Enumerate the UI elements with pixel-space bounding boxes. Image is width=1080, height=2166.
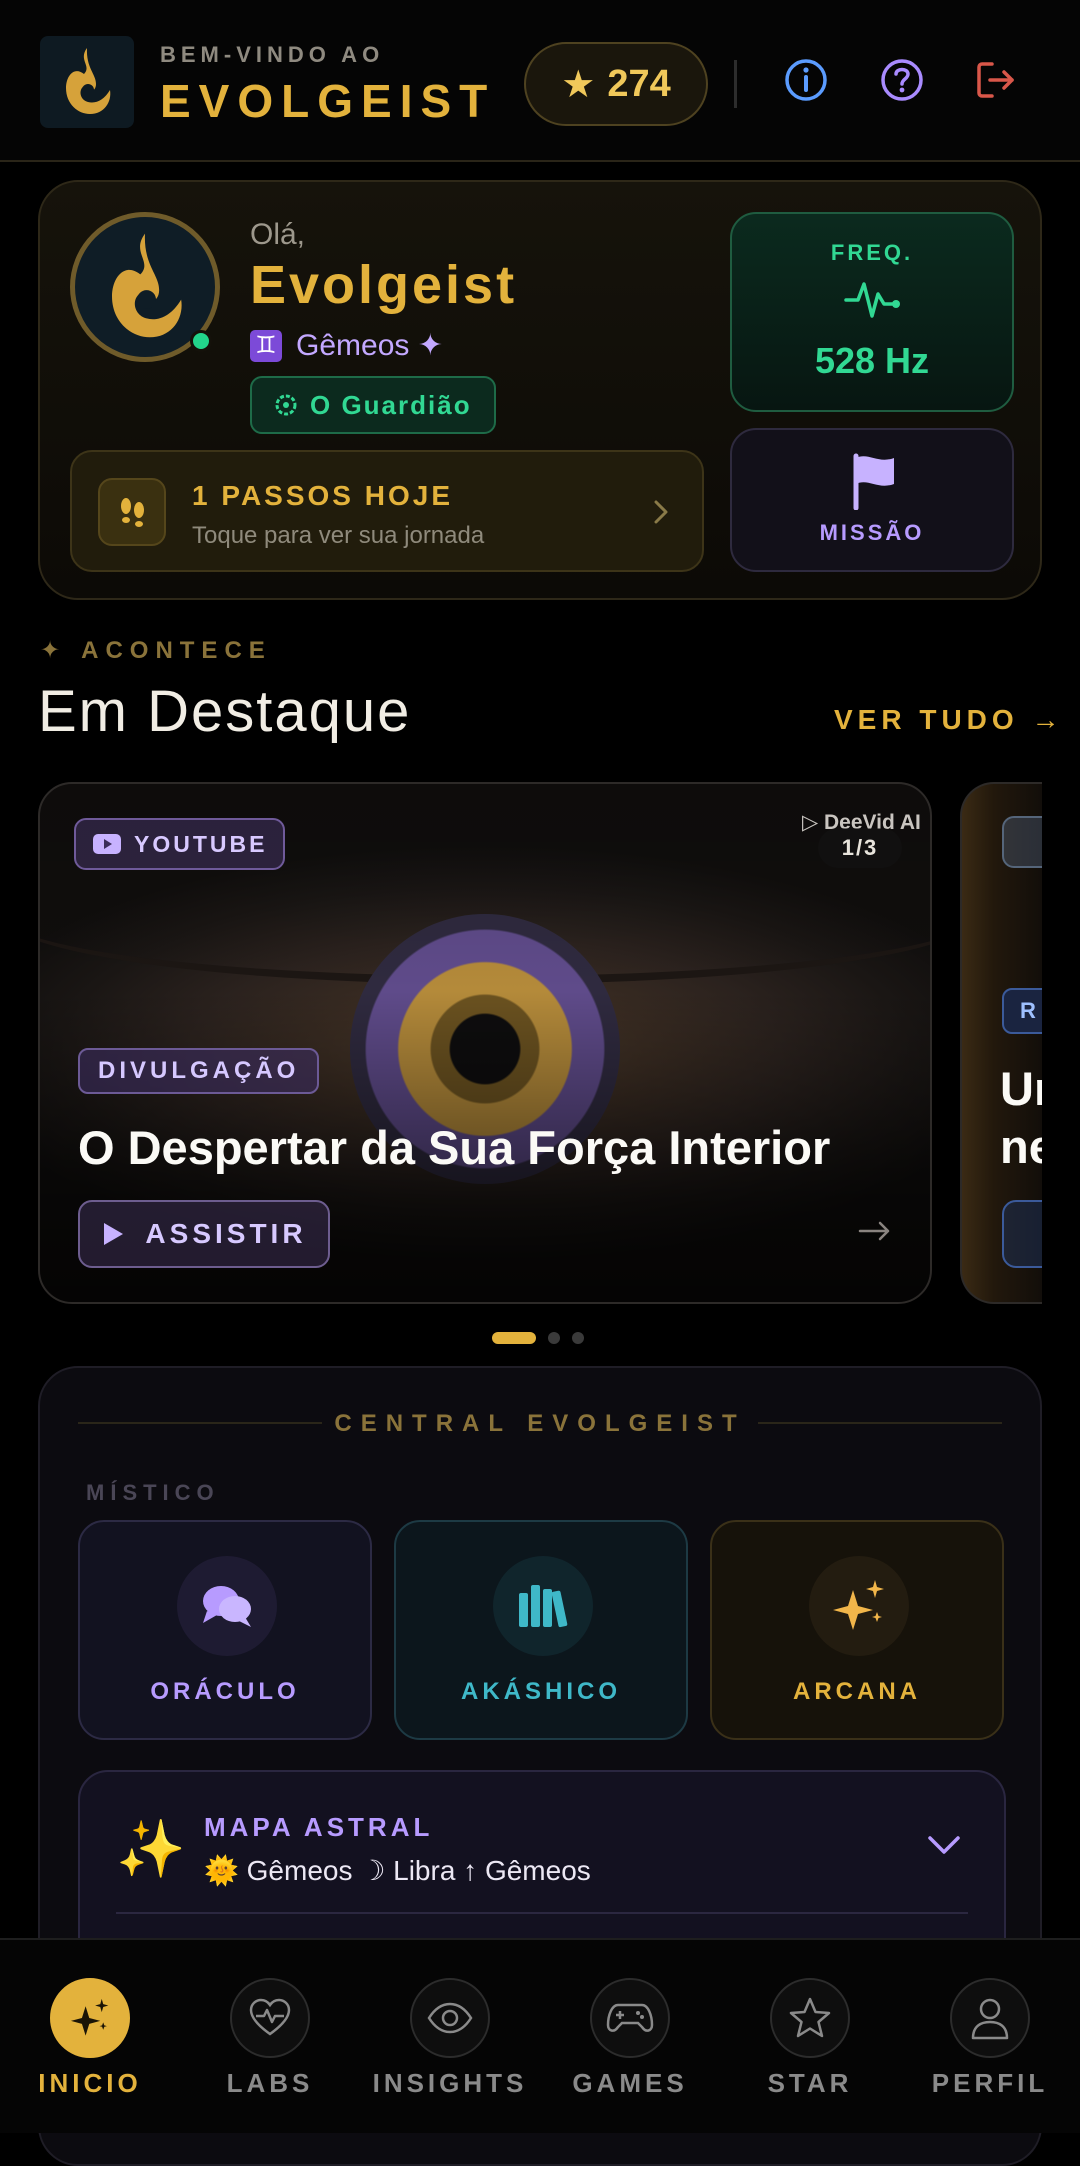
arcana-label: ARCANA [793,1678,921,1705]
section-title: Em Destaque [38,679,412,744]
akashic-label: AKÁSHICO [460,1678,621,1705]
nav-item-games[interactable]: GAMES [545,1940,715,2135]
frequency-card[interactable]: FREQ. 528 Hz [730,212,1014,412]
chevron-right-icon [654,500,668,524]
nav-item-perfil[interactable]: PERFIL [905,1940,1075,2135]
footsteps-icon [98,478,166,546]
nav-label: INICIO [38,2068,142,2098]
youtube-icon [93,834,121,854]
next-featured-card[interactable]: R Un ne [960,782,1042,1304]
zodiac-sign: ♊ Gêmeos ✦ [250,328,443,363]
play-icon [104,1223,124,1245]
nav-item-labs[interactable]: LABS [185,1940,355,2135]
zodiac-sign-label: Gêmeos ✦ [296,329,443,362]
info-icon[interactable] [782,56,830,104]
mission-button[interactable]: MISSÃO [730,428,1014,572]
watch-button[interactable]: ASSISTIR [78,1200,330,1268]
slide-counter: 1/3 [818,828,902,868]
chevron-down-icon[interactable] [924,1830,964,1860]
brand-title: EVOLGEIST [160,75,496,127]
role-label: O Guardião [310,389,472,420]
section-kicker-label: ACONTECE [81,636,272,664]
next-card-title: Un ne [1000,1062,1042,1173]
chat-bubbles-icon [177,1556,277,1656]
category-badge: DIVULGAÇÃO [78,1048,320,1094]
steps-today-button[interactable]: 1 PASSOS HOJE Toque para ver sua jornada [70,450,704,572]
sparkles-icon [50,1978,130,2058]
books-icon [493,1556,593,1656]
central-title: CENTRAL EVOLGEIST [334,1410,746,1437]
view-button[interactable] [1002,1200,1042,1268]
watch-label: ASSISTIR [145,1218,307,1249]
next-category-badge: R [1002,988,1042,1034]
divider-line [116,1912,968,1914]
greeting: Olá, [250,218,306,251]
user-name: Evolgeist [250,255,518,315]
arrow-right-icon [858,1221,890,1241]
source-label: YOUTUBE [134,830,268,857]
akashic-tile[interactable]: AKÁSHICO [394,1520,688,1740]
astral-map-title: MAPA ASTRAL [204,1812,434,1842]
nav-item-inicio[interactable]: INICIO [5,1940,175,2135]
heart-pulse-icon [230,1978,310,2058]
app-header: BEM-VINDO AO EVOLGEIST ★ 274 [0,0,1080,162]
logout-icon[interactable] [972,56,1020,104]
bottom-navigation: INICIO LABS INSIGHTS GAMES STAR PERFIL [0,1938,1080,2133]
user-icon [950,1978,1030,2058]
gemini-icon: ♊ [250,329,282,362]
steps-subtitle: Toque para ver sua jornada [192,522,485,549]
flag-icon [853,453,894,510]
source-badge: YOUTUBE [74,818,286,870]
sparkles-icon [809,1556,909,1656]
nav-item-insights[interactable]: INSIGHTS [365,1940,535,2135]
featured-title: O Despertar da Sua Força Interior [78,1121,831,1174]
pagination-dot-active[interactable] [492,1332,536,1344]
nav-label: PERFIL [931,2068,1049,2098]
gear-icon [275,394,297,416]
pagination-dot[interactable] [572,1332,584,1344]
star-count: 274 [607,62,671,105]
star-balance-button[interactable]: ★ 274 [524,42,708,126]
frequency-value: 528 Hz [814,340,930,381]
star-outline-icon [770,1978,850,2058]
nav-item-star[interactable]: STAR [725,1940,895,2135]
section-label: MÍSTICO [86,1480,220,1505]
featured-card[interactable]: YOUTUBE ▷ DeeVid AI 1/3 DIVULGAÇÃO O Des… [38,782,932,1304]
app-logo [40,36,134,128]
pulse-icon [844,282,900,318]
arcana-tile[interactable]: ARCANA [710,1520,1004,1740]
pagination-dot[interactable] [548,1332,560,1344]
header-divider [734,60,737,108]
carousel-pagination [492,1332,584,1344]
steps-title: 1 PASSOS HOJE [192,480,454,511]
online-status-dot [190,330,212,352]
role-badge[interactable]: O Guardião [250,376,496,434]
nav-label: LABS [226,2068,314,2098]
frequency-label: FREQ. [830,240,914,265]
see-all-link[interactable]: VER TUDO → [834,704,1064,736]
mission-label: MISSÃO [819,520,925,545]
astral-map-signs: 🌞 Gêmeos ☽ Libra ↑ Gêmeos [204,1855,591,1886]
instagram-icon [1002,816,1042,868]
profile-card: Olá, Evolgeist ♊ Gêmeos ✦ O Guardião 1 P… [38,180,1042,600]
sparkles-emoji-icon: ✨ [116,1817,186,1880]
oracle-tile[interactable]: ORÁCULO [78,1520,372,1740]
help-icon[interactable] [878,56,926,104]
section-kicker: ✦ ACONTECE [40,636,272,665]
star-icon: ★ [561,63,596,106]
welcome-text: BEM-VINDO AO [160,42,385,67]
nav-label: STAR [767,2068,853,2098]
eye-icon [410,1978,490,2058]
gamepad-icon [590,1978,670,2058]
nav-label: INSIGHTS [372,2068,528,2098]
sparkle-icon: ✦ [40,637,68,664]
nav-label: GAMES [572,2068,688,2098]
oracle-label: ORÁCULO [150,1678,300,1705]
